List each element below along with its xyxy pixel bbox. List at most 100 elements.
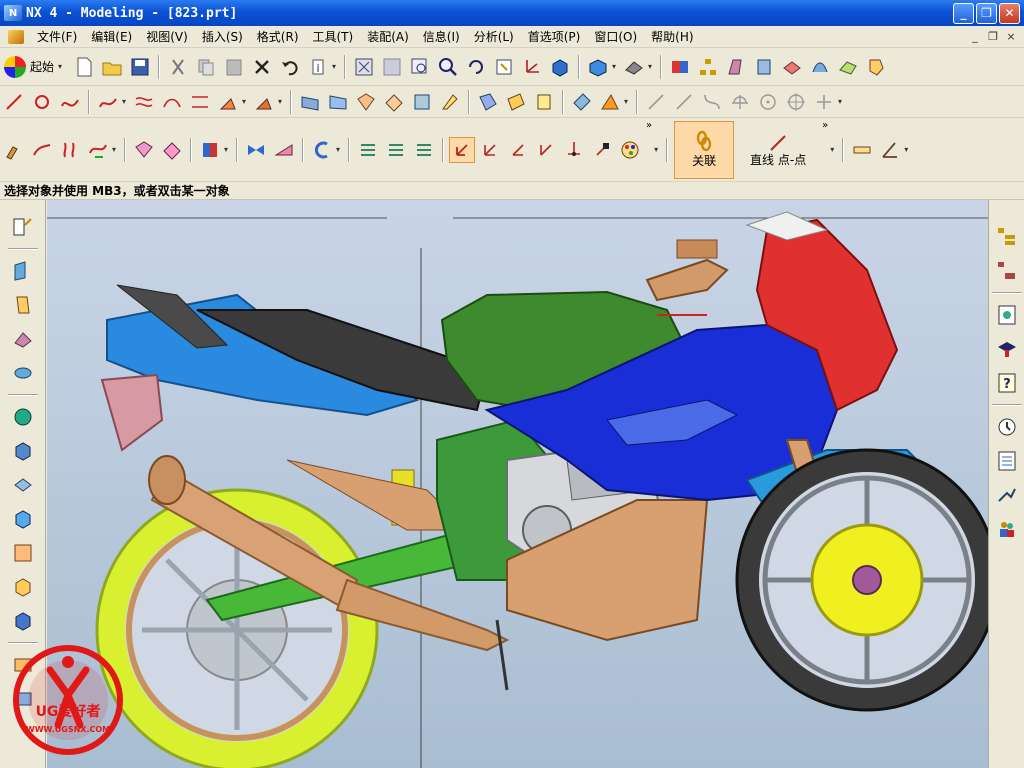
history-icon[interactable] (992, 412, 1022, 442)
chevron-down-icon[interactable]: ▾ (838, 97, 846, 106)
chevron-down-icon[interactable]: ▾ (904, 145, 912, 154)
chevron-down-icon[interactable]: ▾ (278, 97, 286, 106)
ruled-surface-icon[interactable] (297, 89, 323, 115)
roles-icon[interactable] (992, 514, 1022, 544)
chevron-down-icon[interactable]: ▾ (830, 145, 838, 154)
motorcycle-model[interactable] (47, 200, 988, 768)
new-file-icon[interactable] (71, 54, 97, 80)
chevron-down-icon[interactable]: ▾ (332, 62, 340, 71)
structure-icon[interactable] (695, 54, 721, 80)
delete-icon[interactable] (249, 54, 275, 80)
edit-feature-1-icon[interactable] (1, 137, 27, 163)
revolve-icon[interactable] (8, 290, 38, 320)
part-navigator-icon[interactable] (992, 256, 1022, 286)
menu-preferences[interactable]: 首选项(P) (521, 28, 588, 45)
basic-circle-cross-icon[interactable] (783, 89, 809, 115)
shaded-icon[interactable] (585, 54, 611, 80)
zoom-in-out-icon[interactable] (435, 54, 461, 80)
datum-misc-icon[interactable] (589, 137, 615, 163)
measure-angle-icon[interactable] (877, 137, 903, 163)
feature-1-icon[interactable] (723, 54, 749, 80)
pocket-icon[interactable] (8, 538, 38, 568)
spline-icon[interactable] (57, 89, 83, 115)
copy-icon[interactable] (193, 54, 219, 80)
extrude-icon[interactable] (8, 256, 38, 286)
menu-window[interactable]: 窗口(O) (587, 28, 644, 45)
studio-spline-icon[interactable] (95, 89, 121, 115)
basic-circle-point-icon[interactable] (755, 89, 781, 115)
menu-file[interactable]: 文件(F) (30, 28, 84, 45)
toolbar-overflow-icon[interactable]: » (646, 120, 652, 131)
edit-feature-4-icon[interactable] (85, 137, 111, 163)
process-studio-icon[interactable] (992, 480, 1022, 510)
cut-icon[interactable] (165, 54, 191, 80)
palette-icon[interactable] (617, 137, 643, 163)
minimize-button[interactable]: _ (953, 2, 974, 24)
datum-axis-icon[interactable] (449, 136, 475, 163)
boss-icon[interactable] (8, 504, 38, 534)
sheet-4-icon[interactable] (569, 89, 595, 115)
mesh-surface-icon[interactable] (353, 89, 379, 115)
analysis-2-icon[interactable] (383, 137, 409, 163)
offset-curve-icon[interactable] (131, 89, 157, 115)
zoom-window-icon[interactable] (407, 54, 433, 80)
start-button[interactable]: 起始 ▾ (0, 53, 70, 81)
surface-edit-1-icon[interactable] (131, 137, 157, 163)
undo-icon[interactable] (277, 54, 303, 80)
menu-information[interactable]: 信息(I) (416, 28, 467, 45)
surface-edit-4-icon[interactable] (243, 137, 269, 163)
associative-button[interactable]: 关联 (674, 120, 735, 179)
surface-edit-5-icon[interactable] (271, 137, 297, 163)
rotate-icon[interactable] (463, 54, 489, 80)
sheet-2-icon[interactable] (503, 89, 529, 115)
nx-app-icon[interactable]: N (4, 5, 22, 21)
edit-feature-2-icon[interactable] (29, 137, 55, 163)
web-browser-icon[interactable] (992, 300, 1022, 330)
training-icon[interactable] (992, 334, 1022, 364)
basic-arc-icon[interactable] (699, 89, 725, 115)
feature-3-icon[interactable] (779, 54, 805, 80)
line-point-point-button[interactable]: 直线 点-点 (738, 121, 818, 179)
hole-icon[interactable] (8, 470, 38, 500)
chevron-down-icon[interactable]: ▾ (224, 145, 232, 154)
edit-feature-3-icon[interactable] (57, 137, 83, 163)
sweep-icon[interactable] (8, 324, 38, 354)
cylinder-icon[interactable] (8, 436, 38, 466)
fit-view-icon[interactable] (351, 54, 377, 80)
basic-cross-arc-icon[interactable] (727, 89, 753, 115)
menu-edit[interactable]: 编辑(E) (84, 28, 139, 45)
info-icon[interactable]: i (305, 54, 331, 80)
feature-6-icon[interactable] (863, 54, 889, 80)
chevron-down-icon[interactable]: ▾ (648, 62, 656, 71)
swept-icon[interactable] (381, 89, 407, 115)
basic-point-icon[interactable] (811, 89, 837, 115)
mdi-minimize-button[interactable]: _ (968, 30, 982, 43)
mdi-restore-button[interactable]: ❐ (986, 30, 1000, 43)
project-curve-icon[interactable] (187, 89, 213, 115)
surface-edit-6-icon[interactable] (309, 137, 335, 163)
chevron-down-icon[interactable]: ▾ (112, 145, 120, 154)
chevron-down-icon[interactable]: ▾ (654, 145, 662, 154)
measure-distance-icon[interactable] (849, 137, 875, 163)
document-icon[interactable] (8, 29, 24, 44)
menu-assemblies[interactable]: 装配(A) (360, 28, 416, 45)
help-icon[interactable]: ? (992, 368, 1022, 398)
datum-plane-icon[interactable] (505, 137, 531, 163)
sheet-1-icon[interactable] (475, 89, 501, 115)
block-icon[interactable] (8, 402, 38, 432)
feature-5-icon[interactable] (835, 54, 861, 80)
menu-analysis[interactable]: 分析(L) (467, 28, 521, 45)
through-curves-icon[interactable] (325, 89, 351, 115)
circle-icon[interactable] (29, 89, 55, 115)
mdi-close-button[interactable]: × (1004, 30, 1018, 43)
feature-4-icon[interactable] (807, 54, 833, 80)
render-style-icon[interactable] (621, 54, 647, 80)
graphics-window[interactable] (47, 200, 988, 768)
datum-origin-icon[interactable] (561, 137, 587, 163)
sheet-5-icon[interactable] (597, 89, 623, 115)
maximize-button[interactable]: ❐ (976, 2, 997, 24)
analysis-1-icon[interactable] (355, 137, 381, 163)
assembly-icon[interactable] (667, 54, 693, 80)
menu-insert[interactable]: 插入(S) (195, 28, 250, 45)
slot-icon[interactable] (8, 606, 38, 636)
